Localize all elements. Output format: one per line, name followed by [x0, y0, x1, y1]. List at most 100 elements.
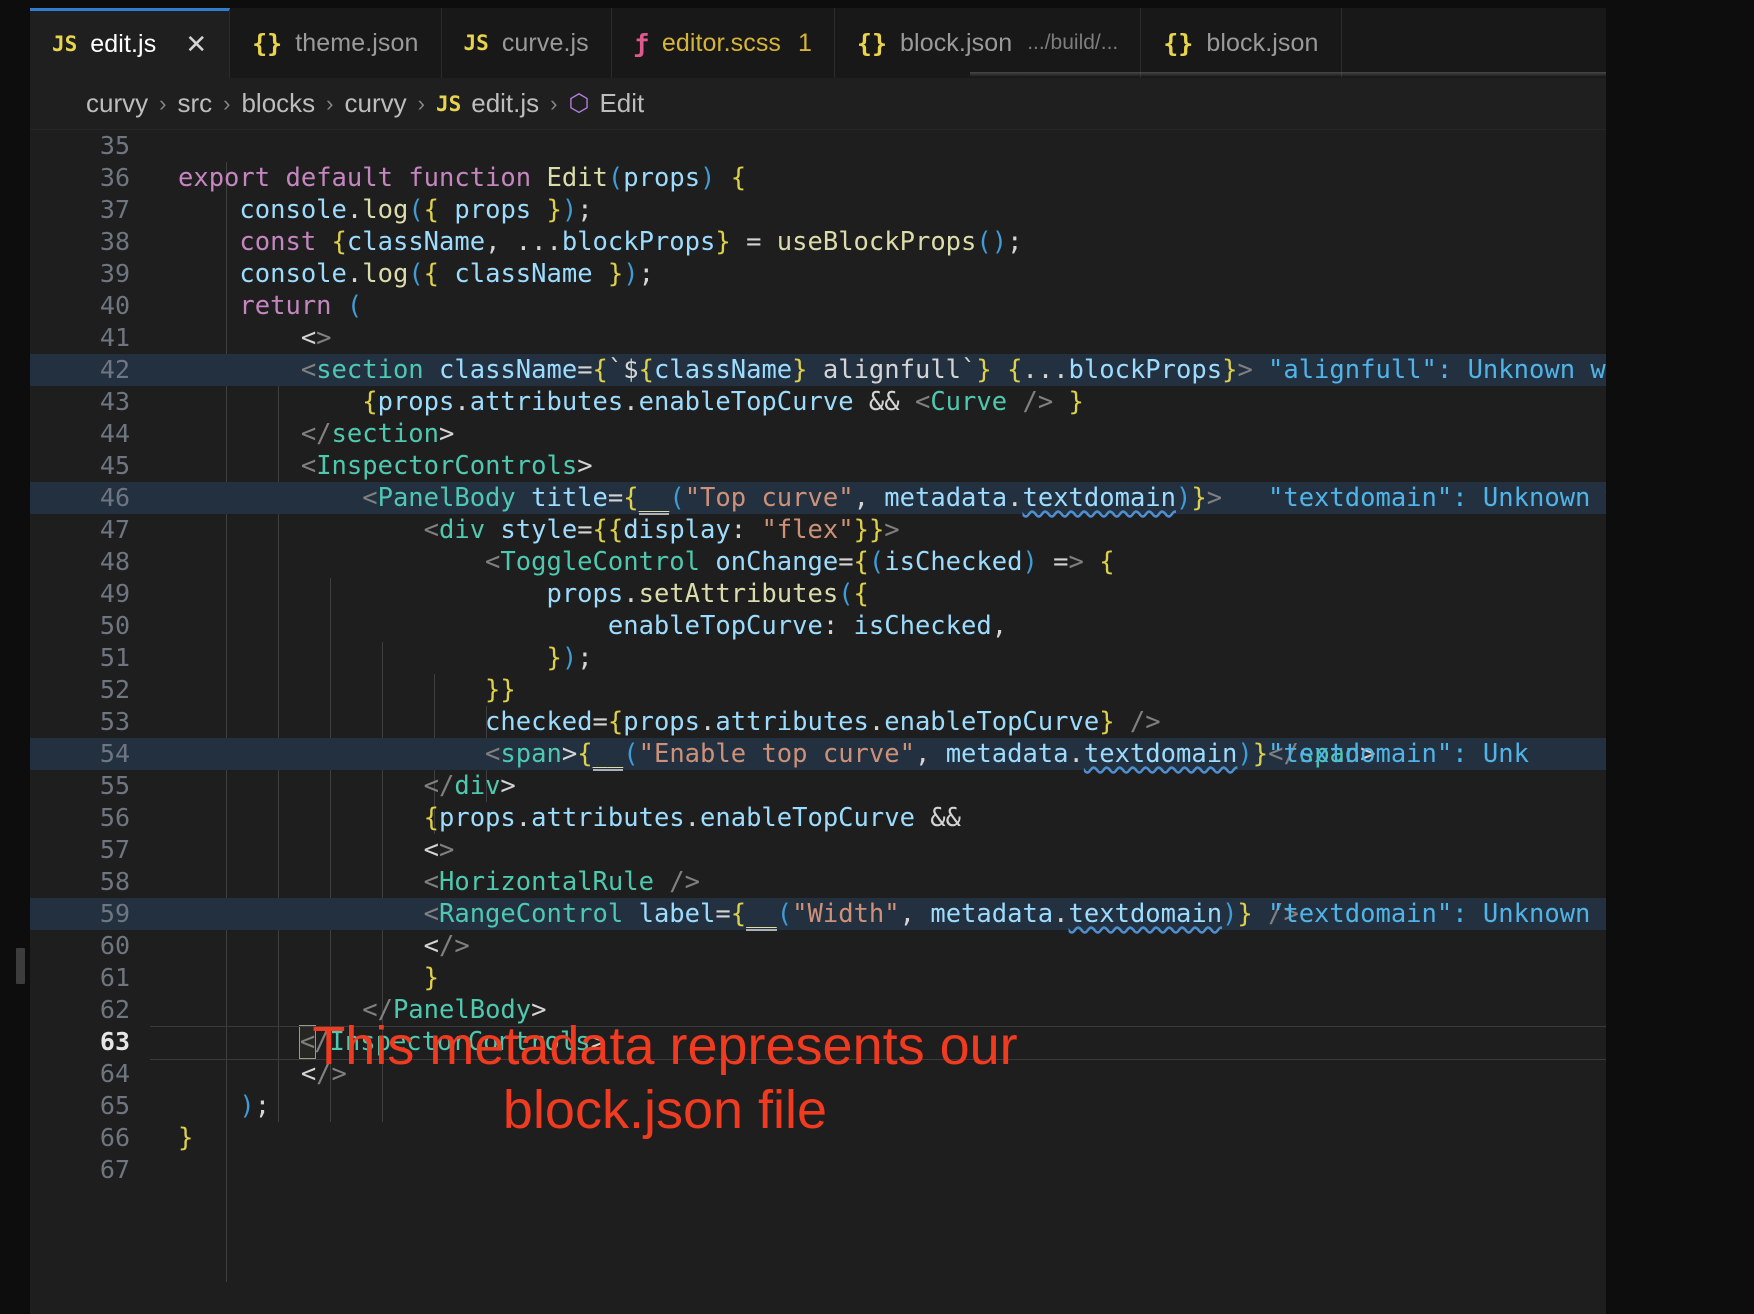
code-line[interactable]: 67	[30, 1154, 1606, 1186]
code-line[interactable]: 66}	[30, 1122, 1606, 1154]
code-line[interactable]: 60 </>	[30, 930, 1606, 962]
code-line[interactable]: 55 </div>	[30, 770, 1606, 802]
code-line[interactable]: 57 <>	[30, 834, 1606, 866]
code-text: const {className, ...blockProps} = useBl…	[239, 227, 1023, 257]
code-text: });	[546, 643, 593, 673]
breadcrumb-item[interactable]: curvy	[86, 88, 148, 119]
code-text: <HorizontalRule />	[423, 867, 701, 897]
editor-tab-edit-js[interactable]: JS edit.js ✕	[30, 8, 231, 78]
line-number: 55	[99, 771, 130, 800]
code-text: <section className={`${className} alignf…	[300, 355, 1253, 385]
code-line[interactable]: 37 console.log({ props });	[30, 194, 1606, 226]
code-line[interactable]: 47 <div style={{display: "flex"}}>	[30, 514, 1606, 546]
code-text: <ToggleControl onChange={(isChecked) => …	[485, 547, 1115, 577]
breadcrumb[interactable]: curvy › src › blocks › curvy › JS edit.js › ⬡ Edit	[30, 78, 1606, 130]
js-file-icon: JS	[435, 91, 462, 116]
editor-tab-problem-count: 1	[798, 28, 812, 57]
window-right-edge	[1746, 0, 1754, 1314]
breadcrumb-item[interactable]: src	[177, 88, 212, 119]
line-number: 52	[99, 675, 130, 704]
code-line[interactable]: 52 }}	[30, 674, 1606, 706]
inline-problem-message: "alignfull": Unknown word	[1268, 355, 1606, 385]
code-editor[interactable]: 35 36 export default function Edit(props) …	[30, 130, 1606, 1314]
code-text: export default function Edit(props) {	[178, 163, 747, 193]
line-number: 61	[99, 963, 130, 992]
editor-tab-label: block.json	[900, 28, 1013, 57]
code-line[interactable]: 51 });	[30, 642, 1606, 674]
code-line[interactable]: 49 props.setAttributes({	[30, 578, 1606, 610]
vscode-window: JS edit.js ✕ {} theme.json JS curve.js ƒ editor.…	[0, 0, 1754, 1314]
code-line[interactable]: 64 </>	[30, 1058, 1606, 1090]
editor-tab-label: editor.scss	[661, 28, 782, 57]
editor-tab-editor-scss[interactable]: ƒ editor.scss 1	[611, 8, 835, 78]
code-line[interactable]: 38 const {className, ...blockProps} = us…	[30, 226, 1606, 258]
line-number: 64	[99, 1059, 130, 1088]
code-line[interactable]: 46 <PanelBody title={__("Top curve", met…	[30, 482, 1606, 515]
code-line[interactable]: 62 </PanelBody>	[30, 994, 1606, 1026]
editor-tab-label: block.json	[1206, 28, 1319, 57]
code-line[interactable]: 36 export default function Edit(props) {	[30, 162, 1606, 194]
json-file-icon: {}	[1163, 28, 1194, 58]
code-line[interactable]: 53 checked={props.attributes.enableTopCu…	[30, 706, 1606, 738]
code-line[interactable]: 50 enableTopCurve: isChecked,	[30, 610, 1606, 642]
breadcrumb-separator: ›	[326, 90, 334, 116]
code-line[interactable]: 44 </section>	[30, 418, 1606, 450]
line-number: 56	[99, 803, 130, 832]
code-text: return (	[239, 291, 363, 321]
code-line[interactable]: 63 </InspectorControls>	[30, 1025, 1606, 1060]
code-lines[interactable]: 35 36 export default function Edit(props) …	[30, 130, 1606, 1186]
line-number: 43	[99, 387, 130, 416]
code-line[interactable]: 61 }	[30, 962, 1606, 994]
line-number: 36	[99, 163, 130, 192]
code-text: </>	[178, 1059, 347, 1089]
code-text: <>	[178, 323, 332, 353]
editor-tab-block-json[interactable]: {} block.json	[1141, 8, 1342, 78]
code-text: enableTopCurve: isChecked,	[607, 611, 1008, 641]
breadcrumb-separator: ›	[550, 90, 558, 116]
code-text: </PanelBody>	[362, 995, 547, 1025]
code-line[interactable]: 65 );	[30, 1090, 1606, 1122]
line-number: 53	[99, 707, 130, 736]
code-line[interactable]: 40 return (	[30, 290, 1606, 322]
editor-tab-curve-js[interactable]: JS curve.js	[441, 8, 612, 78]
code-line[interactable]: 41 <>	[30, 322, 1606, 354]
code-line[interactable]: 42 <section className={`${className} ali…	[30, 354, 1606, 386]
code-text: }	[178, 1123, 194, 1153]
tab-scroll-shadow	[970, 72, 1606, 77]
code-text: </InspectorControls>	[298, 1025, 606, 1059]
breadcrumb-item[interactable]: edit.js	[471, 88, 539, 119]
line-number: 35	[99, 131, 130, 160]
breadcrumb-item[interactable]: Edit	[599, 88, 644, 119]
editor-tab-block-json[interactable]: {} block.json .../build/...	[834, 8, 1142, 78]
code-line[interactable]: 59 <RangeControl label={__("Width", meta…	[30, 898, 1606, 931]
line-number: 59	[99, 899, 130, 928]
line-number: 38	[99, 227, 130, 256]
code-line[interactable]: 56 {props.attributes.enableTopCurve &&	[30, 802, 1606, 834]
editor-tab-label: theme.json	[295, 28, 419, 57]
json-file-icon: {}	[252, 28, 283, 58]
code-line[interactable]: 54 <span>{__("Enable top curve", metadat…	[30, 738, 1606, 771]
code-line[interactable]: 39 console.log({ className });	[30, 258, 1606, 290]
line-number: 51	[99, 643, 130, 672]
inline-problem-message: "textdomain": Unknown	[1268, 899, 1591, 929]
editor-tab-theme-json[interactable]: {} theme.json	[230, 8, 442, 78]
code-line[interactable]: 48 <ToggleControl onChange={(isChecked) …	[30, 546, 1606, 578]
json-file-icon: {}	[856, 28, 888, 58]
breadcrumb-item[interactable]: curvy	[344, 88, 406, 119]
js-file-icon: JS	[52, 31, 78, 56]
code-line[interactable]: 35	[30, 130, 1606, 162]
code-text: <InspectorControls>	[300, 451, 593, 481]
code-line[interactable]: 43 {props.attributes.enableTopCurve && <…	[30, 386, 1606, 418]
line-number: 49	[99, 579, 130, 608]
code-text: checked={props.attributes.enableTopCurve…	[485, 707, 1161, 737]
symbol-function-icon: ⬡	[568, 90, 590, 117]
code-line[interactable]: 45 <InspectorControls>	[30, 450, 1606, 482]
editor-tab-bar[interactable]: JS edit.js ✕ {} theme.json JS curve.js ƒ editor.…	[30, 8, 1606, 78]
breadcrumb-item[interactable]: blocks	[241, 88, 315, 119]
line-number: 47	[99, 515, 130, 544]
overview-ruler-marker	[16, 948, 25, 984]
breadcrumb-separator: ›	[159, 90, 167, 116]
line-number: 40	[99, 291, 130, 320]
close-icon[interactable]: ✕	[185, 31, 207, 57]
code-line[interactable]: 58 <HorizontalRule />	[30, 866, 1606, 898]
